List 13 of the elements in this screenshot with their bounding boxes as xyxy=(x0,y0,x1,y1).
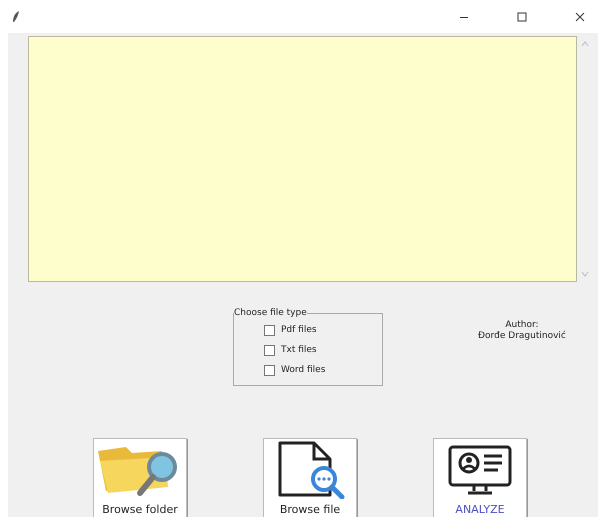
author-name: Đorđe Dragutinović xyxy=(478,331,566,342)
browse-folder-button[interactable]: Browse folder xyxy=(93,438,187,517)
checkbox[interactable] xyxy=(264,364,275,376)
checkbox-label[interactable]: Word files xyxy=(281,365,326,375)
browse-file-button[interactable]: Browse file xyxy=(263,438,357,517)
checkbox[interactable] xyxy=(264,344,275,356)
analyze-button[interactable]: ANALYZE xyxy=(433,438,527,517)
checkbox-label[interactable]: Txt files xyxy=(281,345,317,355)
checkbox-label[interactable]: Pdf files xyxy=(281,325,317,335)
feather-icon xyxy=(12,10,20,22)
checkbox[interactable] xyxy=(264,324,275,336)
group-title: Choose file type xyxy=(234,308,307,318)
author-label: Author: xyxy=(504,320,540,330)
